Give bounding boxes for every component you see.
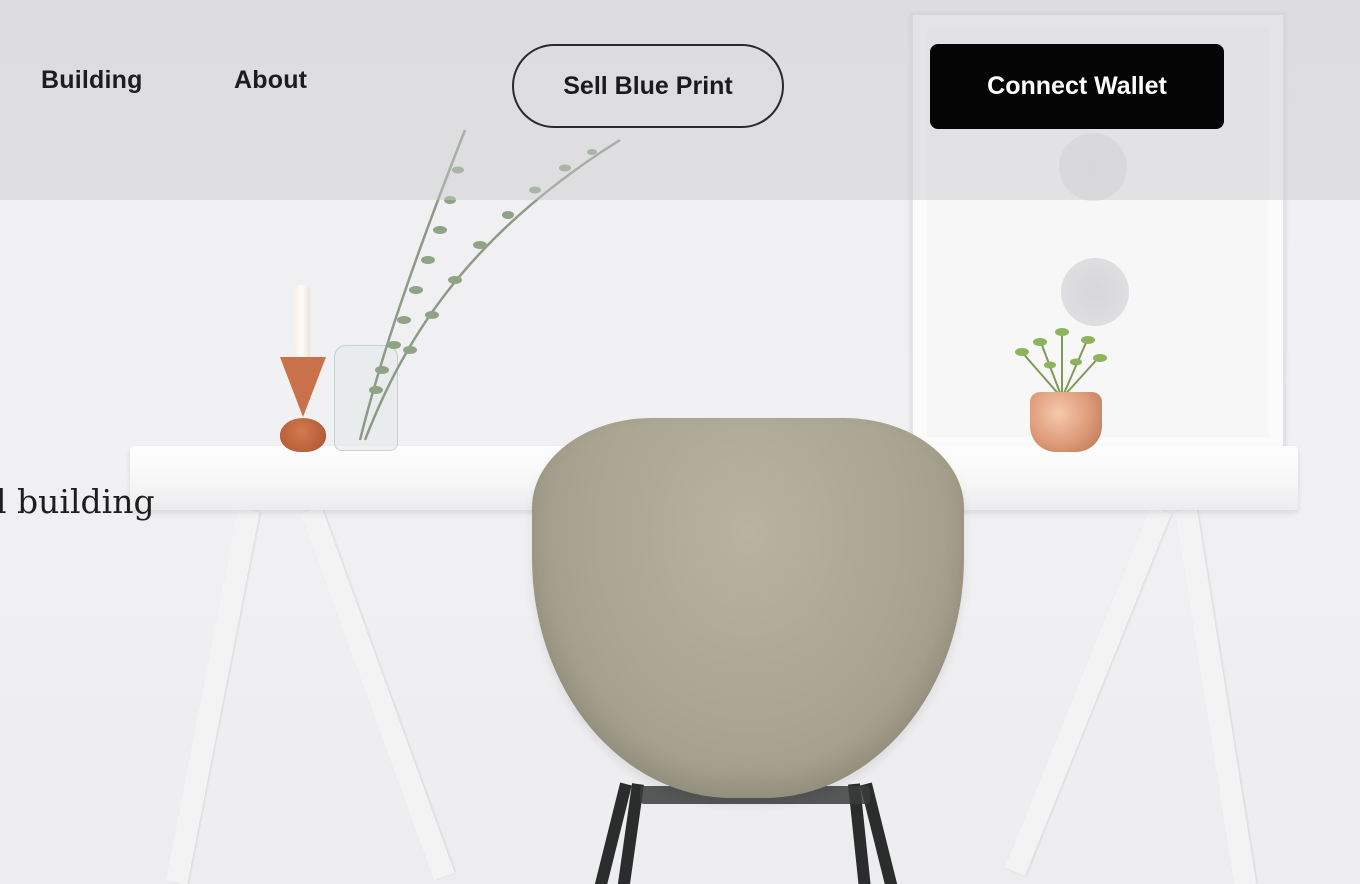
sell-blue-print-button[interactable]: Sell Blue Print — [512, 44, 784, 128]
page: Building About Sell Blue Print Connect W… — [0, 0, 1360, 884]
candle — [294, 285, 310, 359]
art-circle — [1061, 258, 1129, 326]
hero-heading: l building — [0, 482, 155, 521]
copper-pot — [1030, 392, 1102, 452]
nav-link-building[interactable]: Building — [41, 66, 143, 95]
potted-plant — [1015, 328, 1107, 399]
nav-link-about[interactable]: About — [234, 66, 307, 95]
connect-wallet-button[interactable]: Connect Wallet — [930, 44, 1224, 129]
